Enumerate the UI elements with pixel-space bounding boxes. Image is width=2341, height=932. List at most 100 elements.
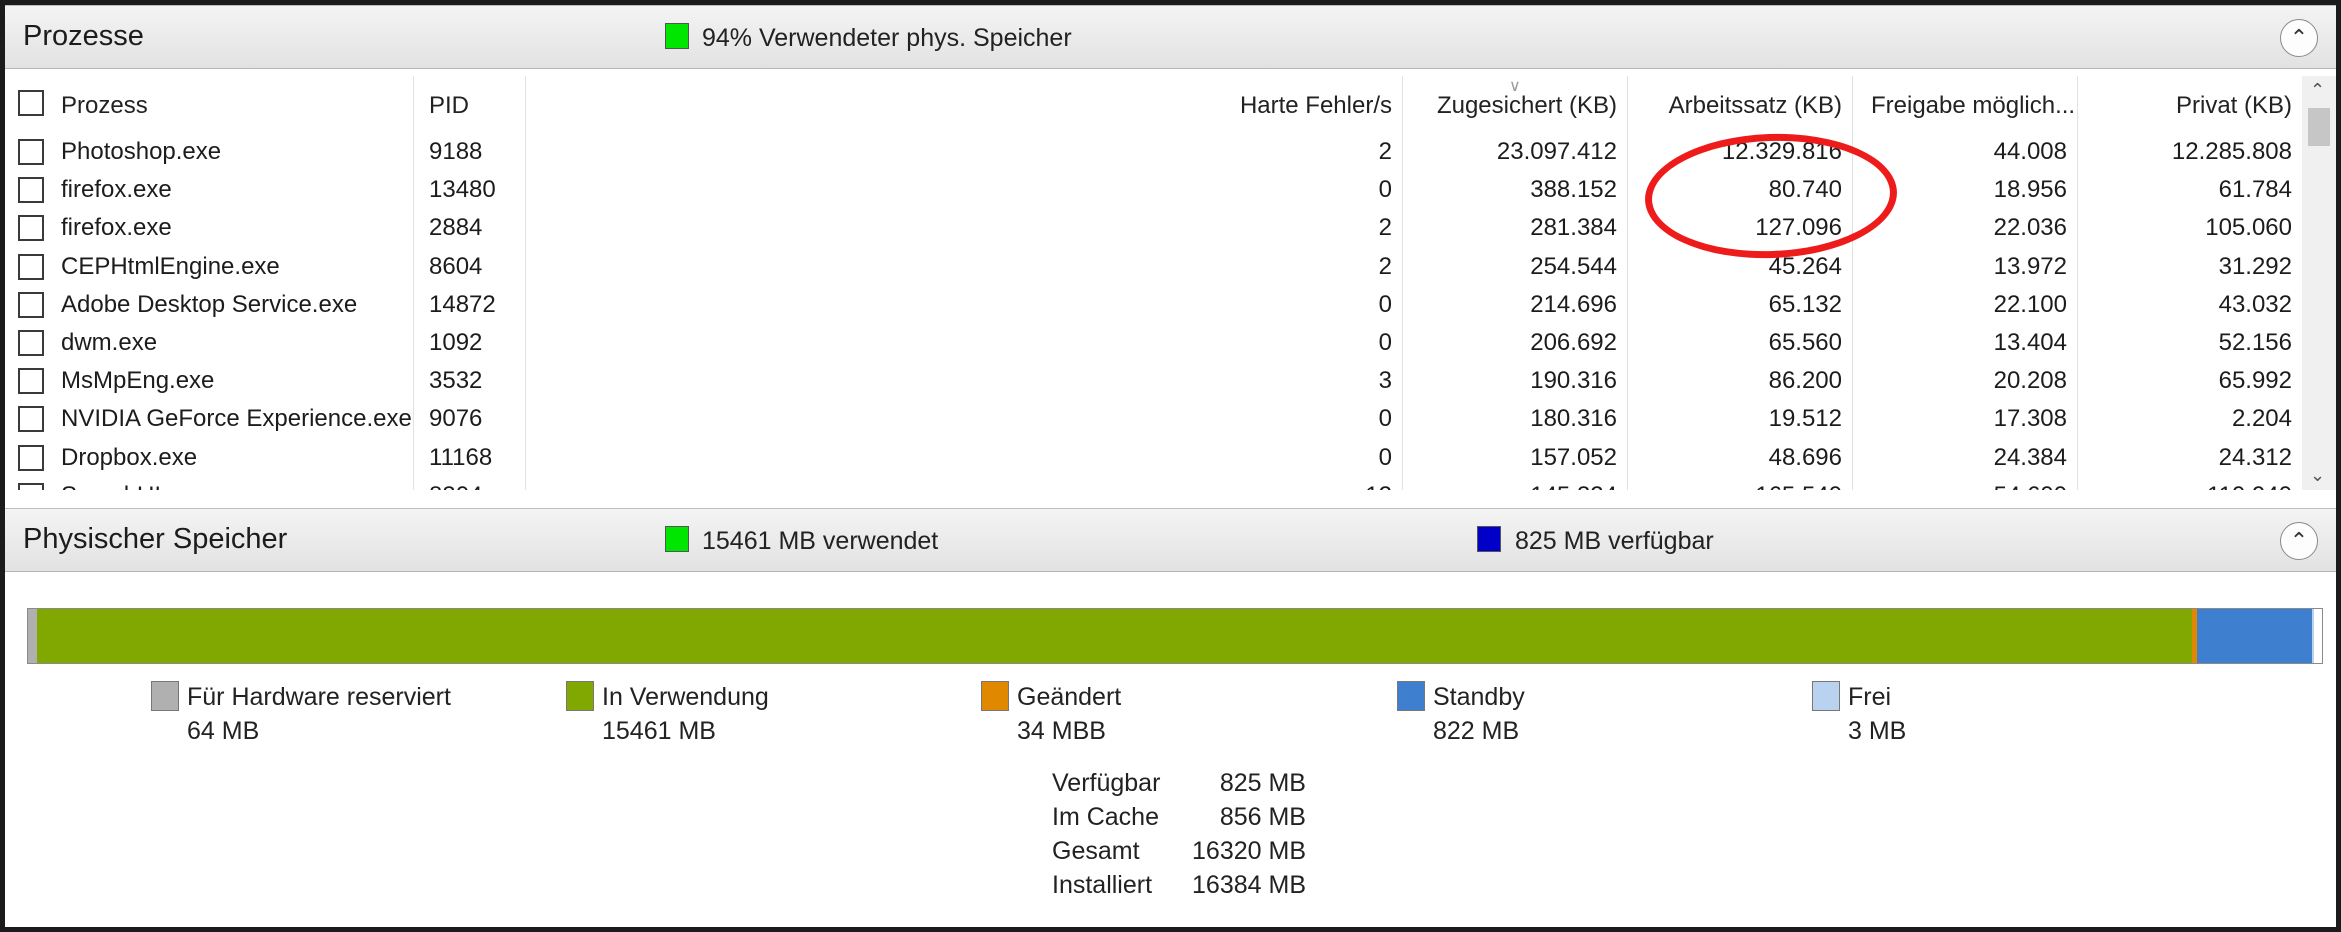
available-memory-label: 825 MB verfügbar bbox=[1515, 527, 1714, 555]
cell-hard-faults: 0 bbox=[1378, 405, 1392, 433]
legend-value: 34 MBB bbox=[1017, 717, 1106, 745]
cell-private: 31.292 bbox=[2218, 252, 2292, 280]
cell-working-set: 65.560 bbox=[1768, 329, 1842, 356]
scroll-up-arrow-icon[interactable]: ⌃ bbox=[2310, 80, 2325, 101]
row-checkbox[interactable] bbox=[18, 253, 44, 280]
scroll-down-arrow-icon[interactable]: ⌄ bbox=[2310, 465, 2325, 486]
cell-process-name: Photoshop.exe bbox=[61, 138, 222, 165]
summary-key: Gesamt bbox=[1052, 837, 1140, 865]
cell-hard-faults: 2 bbox=[1378, 138, 1392, 165]
processes-vertical-scrollbar[interactable]: ⌃ ⌄ bbox=[2302, 76, 2336, 490]
cell-hard-faults: 0 bbox=[1378, 290, 1392, 318]
processes-table: Prozess PID Harte Fehler/s ∨ Zugesichert… bbox=[5, 76, 2336, 490]
column-header-pid[interactable]: PID bbox=[429, 92, 469, 126]
cell-hard-faults: 2 bbox=[1378, 252, 1392, 280]
chevron-up-icon: ⌃ bbox=[2289, 528, 2309, 553]
cell-committed: 180.316 bbox=[1530, 405, 1617, 433]
legend-label: In Verwendung bbox=[602, 683, 769, 711]
column-header-hard-faults[interactable]: Harte Fehler/s bbox=[1105, 92, 1392, 126]
legend-color-swatch bbox=[1812, 681, 1840, 711]
column-header-working-set[interactable]: Arbeitssatz (KB) bbox=[1630, 92, 1842, 126]
row-checkbox[interactable] bbox=[18, 330, 44, 356]
cell-committed: 254.544 bbox=[1530, 252, 1617, 280]
table-row[interactable]: Photoshop.exe 9188 2 23.097.412 12.329.816 44… bbox=[5, 135, 2305, 173]
legend-color-swatch bbox=[981, 681, 1009, 711]
cell-private: 43.032 bbox=[2218, 290, 2292, 318]
legend-label: Standby bbox=[1433, 683, 1525, 711]
collapse-memory-button[interactable]: ⌃ bbox=[2280, 522, 2318, 560]
chevron-up-icon: ⌃ bbox=[2289, 25, 2309, 50]
table-row[interactable]: MsMpEng.exe 3532 3 190.316 86.200 20.208 65.99… bbox=[5, 364, 2305, 402]
cell-private: 2.204 bbox=[2231, 405, 2292, 433]
row-checkbox[interactable] bbox=[18, 368, 44, 395]
cell-process-name: Dropbox.exe bbox=[61, 443, 198, 471]
summary-key: Installiert bbox=[1052, 871, 1153, 899]
cell-private: 65.992 bbox=[2218, 367, 2292, 395]
table-row[interactable]: firefox.exe 13480 0 388.152 80.740 18.956 61.7… bbox=[5, 173, 2305, 211]
bar-segment-in-use bbox=[36, 609, 2193, 663]
cell-process-name: dwm.exe bbox=[61, 329, 158, 356]
table-row[interactable]: dwm.exe 1092 0 206.692 65.560 13.404 52.156 bbox=[5, 326, 2305, 364]
cell-hard-faults: 12 bbox=[1105, 482, 1392, 490]
cell-working-set: 165.540 bbox=[1630, 482, 1842, 490]
collapse-processes-button[interactable]: ⌃ bbox=[2280, 19, 2318, 57]
processes-section-header[interactable]: Prozesse 94% Verwendeter phys. Speicher … bbox=[5, 5, 2336, 69]
row-checkbox[interactable] bbox=[18, 139, 44, 165]
cell-hard-faults: 0 bbox=[1378, 443, 1392, 471]
cell-shareable: 22.100 bbox=[1993, 290, 2067, 318]
memory-section-header[interactable]: Physischer Speicher 15461 MB verwendet 8… bbox=[5, 508, 2336, 572]
physical-memory-bar bbox=[27, 608, 2323, 664]
cell-process-name: SearchUI.exe bbox=[61, 482, 206, 490]
cell-process-name: firefox.exe bbox=[61, 214, 172, 242]
table-row[interactable]: firefox.exe 2884 2 281.384 127.096 22.036 105.… bbox=[5, 211, 2305, 249]
summary-key: Im Cache bbox=[1052, 803, 1159, 831]
cell-committed: 157.052 bbox=[1530, 443, 1617, 471]
summary-row: Verfügbar 825 MB bbox=[1052, 769, 1306, 803]
row-checkbox[interactable] bbox=[18, 215, 44, 242]
legend-value: 15461 MB bbox=[602, 717, 716, 745]
column-header-process[interactable]: Prozess bbox=[61, 92, 148, 126]
cell-working-set: 65.132 bbox=[1768, 290, 1842, 318]
cell-shareable: 13.972 bbox=[1993, 252, 2067, 280]
processes-section-title: Prozesse bbox=[23, 20, 144, 52]
select-all-checkbox[interactable] bbox=[18, 90, 44, 116]
table-row[interactable]: Dropbox.exe 11168 0 157.052 48.696 24.384 24.3… bbox=[5, 441, 2305, 479]
row-checkbox[interactable] bbox=[18, 482, 44, 490]
cell-hard-faults: 3 bbox=[1378, 367, 1392, 395]
summary-key: Verfügbar bbox=[1052, 769, 1161, 797]
cell-pid: 1092 bbox=[429, 329, 483, 356]
summary-value: 825 MB bbox=[1219, 769, 1306, 797]
column-header-committed[interactable]: Zugesichert (KB) bbox=[1405, 92, 1617, 126]
column-header-private[interactable]: Privat (KB) bbox=[2080, 92, 2292, 126]
cell-pid: 14872 bbox=[429, 290, 496, 318]
row-checkbox[interactable] bbox=[18, 291, 44, 318]
bar-segment-standby bbox=[2196, 609, 2312, 663]
column-header-shareable[interactable]: Freigabe möglich... bbox=[1871, 92, 2075, 126]
table-row[interactable]: NVIDIA GeForce Experience.exe 9076 0 180.31… bbox=[5, 402, 2305, 440]
row-checkbox[interactable] bbox=[18, 444, 44, 471]
table-row[interactable]: SearchUI.exe 8304 12 145.324 165.540 54.600 11… bbox=[5, 479, 2305, 490]
table-row[interactable]: Adobe Desktop Service.exe 14872 0 214.696 65… bbox=[5, 288, 2305, 326]
cell-working-set: 86.200 bbox=[1768, 367, 1842, 395]
cell-private: 61.784 bbox=[2218, 176, 2292, 204]
scrollbar-thumb[interactable] bbox=[2308, 108, 2330, 146]
summary-value: 16384 MB bbox=[1192, 871, 1306, 899]
legend-label: Frei bbox=[1848, 683, 1892, 711]
legend-label: Geändert bbox=[1017, 683, 1122, 711]
cell-shareable: 17.308 bbox=[1993, 405, 2067, 433]
cell-private: 52.156 bbox=[2218, 329, 2292, 356]
cell-pid: 8604 bbox=[429, 252, 483, 280]
cell-committed: 388.152 bbox=[1530, 176, 1617, 204]
cell-private: 105.060 bbox=[2205, 214, 2292, 242]
row-checkbox[interactable] bbox=[18, 406, 44, 433]
row-checkbox[interactable] bbox=[18, 177, 44, 204]
memory-usage-status: 94% Verwendeter phys. Speicher bbox=[702, 24, 1072, 52]
cell-working-set: 48.696 bbox=[1768, 443, 1842, 471]
summary-value: 16320 MB bbox=[1192, 837, 1306, 865]
table-row[interactable]: CEPHtmlEngine.exe 8604 2 254.544 45.264 13.97… bbox=[5, 250, 2305, 288]
cell-pid: 8304 bbox=[429, 482, 482, 490]
available-memory-color-chip bbox=[1477, 526, 1501, 552]
cell-shareable: 44.008 bbox=[1993, 138, 2067, 165]
cell-pid: 11168 bbox=[429, 443, 493, 471]
cell-pid: 9188 bbox=[429, 138, 483, 165]
